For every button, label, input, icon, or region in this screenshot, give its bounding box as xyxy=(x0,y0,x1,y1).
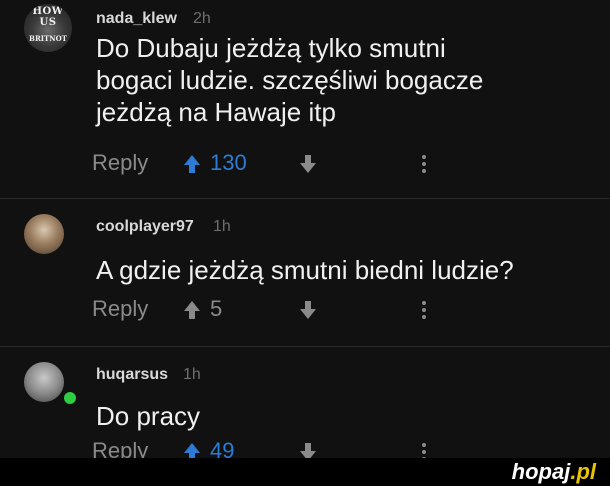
comment-username[interactable]: huqarsus xyxy=(96,366,168,384)
vertical-ellipsis-icon[interactable] xyxy=(418,440,430,458)
comment-timestamp: 2h xyxy=(193,10,211,27)
comment-thread: HOW US BRITNOT nada_klew 2h Do Dubaju je… xyxy=(0,0,610,458)
reply-button[interactable]: Reply xyxy=(92,150,148,176)
comment-actions: Reply 130 xyxy=(0,148,610,178)
reply-button[interactable]: Reply xyxy=(92,438,148,458)
avatar[interactable] xyxy=(24,362,64,402)
vertical-ellipsis-icon[interactable] xyxy=(418,152,430,176)
comment-timestamp: 1h xyxy=(213,218,231,235)
arrow-up-icon[interactable] xyxy=(180,152,204,176)
comment-line: bogaci ludzie. szczęśliwi bogacze xyxy=(96,65,484,95)
watermark-bar: hopaj.pl xyxy=(0,458,610,486)
divider xyxy=(0,346,610,347)
comment-username[interactable]: nada_klew xyxy=(96,10,177,28)
arrow-up-icon[interactable] xyxy=(180,440,204,458)
comment-line: Do Dubaju jeżdżą tylko smutni xyxy=(96,33,446,63)
reply-button[interactable]: Reply xyxy=(92,296,148,322)
comment-body: Do pracy xyxy=(96,400,596,432)
divider xyxy=(0,198,610,199)
comment-actions: Reply 49 xyxy=(0,436,610,458)
comment-username[interactable]: coolplayer97 xyxy=(96,218,194,236)
comment-line: Do pracy xyxy=(96,401,201,431)
avatar[interactable]: HOW US BRITNOT xyxy=(24,4,72,52)
arrow-down-icon[interactable] xyxy=(296,440,320,458)
vertical-ellipsis-icon[interactable] xyxy=(418,298,430,322)
online-status-dot xyxy=(62,390,78,406)
comment-actions: Reply 5 xyxy=(0,294,610,324)
vote-score: 49 xyxy=(210,438,235,458)
comment-timestamp: 1h xyxy=(183,366,201,383)
arrow-down-icon[interactable] xyxy=(296,152,320,176)
vote-score: 130 xyxy=(210,150,247,175)
comment-body: Do Dubaju jeżdżą tylko smutni bogaci lud… xyxy=(96,32,596,128)
avatar-caption-bottom: BRITNOT xyxy=(29,34,67,43)
arrow-up-icon[interactable] xyxy=(180,298,204,322)
comment-line: jeżdżą na Hawaje itp xyxy=(96,97,336,127)
watermark-main: hopaj xyxy=(511,459,571,484)
vote-score: 5 xyxy=(210,296,223,321)
watermark-suffix: .pl xyxy=(570,459,596,484)
comment: huqarsus 1h Do pracy Reply 49 xyxy=(0,350,610,458)
comment-body: A gdzie jeżdżą smutni biedni ludzie? xyxy=(96,254,596,286)
comment: coolplayer97 1h A gdzie jeżdżą smutni bi… xyxy=(0,202,610,342)
avatar[interactable] xyxy=(24,214,64,254)
site-watermark: hopaj.pl xyxy=(512,459,596,485)
comment-line: A gdzie jeżdżą smutni biedni ludzie? xyxy=(96,255,514,285)
arrow-down-icon[interactable] xyxy=(296,298,320,322)
comment: HOW US BRITNOT nada_klew 2h Do Dubaju je… xyxy=(0,0,610,192)
avatar-caption-top: HOW US xyxy=(32,6,64,28)
